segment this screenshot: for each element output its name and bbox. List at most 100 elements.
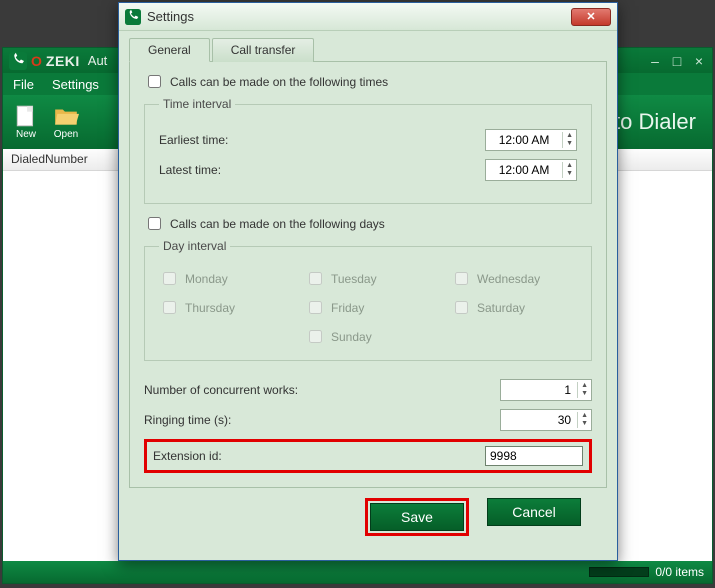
earliest-time-spinner[interactable]: ▲▼ bbox=[562, 132, 576, 148]
times-checkbox[interactable] bbox=[148, 75, 161, 88]
open-folder-icon bbox=[53, 105, 79, 127]
app-logo: OZEKI bbox=[9, 52, 80, 70]
monday-checkbox[interactable] bbox=[163, 272, 176, 285]
day-monday[interactable]: Monday bbox=[159, 269, 285, 288]
chevron-down-icon[interactable]: ▼ bbox=[578, 420, 591, 428]
earliest-time-input[interactable]: ▲▼ bbox=[485, 129, 577, 151]
ringing-spinner[interactable]: ▲▼ bbox=[577, 412, 591, 428]
tab-panel-general: Calls can be made on the following times… bbox=[129, 62, 607, 488]
maximize-button[interactable]: □ bbox=[670, 53, 684, 69]
dialog-titlebar[interactable]: Settings ✕ bbox=[119, 3, 617, 31]
menu-settings[interactable]: Settings bbox=[52, 77, 99, 92]
concurrent-input[interactable]: ▲▼ bbox=[500, 379, 592, 401]
times-checkbox-row[interactable]: Calls can be made on the following times bbox=[144, 72, 592, 91]
extension-id-field[interactable] bbox=[485, 446, 583, 466]
sunday-checkbox[interactable] bbox=[309, 330, 322, 343]
toolbar-open-label: Open bbox=[54, 129, 78, 140]
friday-checkbox[interactable] bbox=[309, 301, 322, 314]
status-bar: 0/0 items bbox=[3, 561, 712, 583]
times-checkbox-label: Calls can be made on the following times bbox=[170, 75, 388, 89]
phone-icon bbox=[9, 52, 27, 70]
sunday-label: Sunday bbox=[331, 330, 372, 344]
tuesday-checkbox[interactable] bbox=[309, 272, 322, 285]
dialog-button-bar: Save Cancel bbox=[129, 488, 607, 550]
days-grid: Monday Tuesday Wednesday Thursday Friday… bbox=[159, 269, 577, 346]
chevron-up-icon[interactable]: ▲ bbox=[578, 412, 591, 420]
day-saturday[interactable]: Saturday bbox=[451, 298, 577, 317]
chevron-down-icon[interactable]: ▼ bbox=[563, 170, 576, 178]
ringing-input[interactable]: ▲▼ bbox=[500, 409, 592, 431]
latest-time-spinner[interactable]: ▲▼ bbox=[562, 162, 576, 178]
earliest-time-field[interactable] bbox=[486, 131, 562, 149]
extension-row-highlight: Extension id: bbox=[144, 439, 592, 473]
days-checkbox-row[interactable]: Calls can be made on the following days bbox=[144, 214, 592, 233]
save-button-label: Save bbox=[401, 509, 433, 525]
minimize-button[interactable]: – bbox=[648, 53, 662, 69]
saturday-checkbox[interactable] bbox=[455, 301, 468, 314]
latest-time-input[interactable]: ▲▼ bbox=[485, 159, 577, 181]
tab-bar: General Call transfer bbox=[129, 37, 607, 62]
wednesday-checkbox[interactable] bbox=[455, 272, 468, 285]
chevron-up-icon[interactable]: ▲ bbox=[563, 132, 576, 140]
extension-row: Extension id: bbox=[153, 446, 583, 466]
earliest-time-label: Earliest time: bbox=[159, 133, 485, 147]
ringing-field[interactable] bbox=[501, 411, 577, 429]
status-text: 0/0 items bbox=[655, 565, 704, 579]
day-friday[interactable]: Friday bbox=[305, 298, 431, 317]
latest-time-field[interactable] bbox=[486, 161, 562, 179]
chevron-down-icon[interactable]: ▼ bbox=[578, 390, 591, 398]
new-file-icon bbox=[13, 105, 39, 127]
dialog-title: Settings bbox=[147, 9, 194, 24]
day-tuesday[interactable]: Tuesday bbox=[305, 269, 431, 288]
day-thursday[interactable]: Thursday bbox=[159, 298, 285, 317]
latest-time-label: Latest time: bbox=[159, 163, 485, 177]
chevron-up-icon[interactable]: ▲ bbox=[578, 382, 591, 390]
tab-general-label: General bbox=[148, 43, 191, 57]
chevron-up-icon[interactable]: ▲ bbox=[563, 162, 576, 170]
save-button[interactable]: Save bbox=[370, 503, 464, 531]
tab-call-transfer-label: Call transfer bbox=[231, 43, 296, 57]
thursday-label: Thursday bbox=[185, 301, 235, 315]
friday-label: Friday bbox=[331, 301, 364, 315]
day-interval-legend: Day interval bbox=[159, 239, 230, 253]
dialog-close-button[interactable]: ✕ bbox=[571, 8, 611, 26]
close-button[interactable]: × bbox=[692, 53, 706, 69]
settings-dialog: Settings ✕ General Call transfer Calls c… bbox=[118, 2, 618, 561]
tuesday-label: Tuesday bbox=[331, 272, 377, 286]
menu-file[interactable]: File bbox=[13, 77, 34, 92]
cancel-button-label: Cancel bbox=[512, 504, 556, 520]
toolbar-new-label: New bbox=[16, 129, 36, 140]
concurrent-field[interactable] bbox=[501, 381, 577, 399]
days-checkbox-label: Calls can be made on the following days bbox=[170, 217, 385, 231]
day-interval-group: Day interval Monday Tuesday Wednesday Th… bbox=[144, 239, 592, 361]
time-interval-legend: Time interval bbox=[159, 97, 235, 111]
tab-general[interactable]: General bbox=[129, 38, 210, 62]
extension-label: Extension id: bbox=[153, 449, 485, 463]
saturday-label: Saturday bbox=[477, 301, 525, 315]
close-icon: ✕ bbox=[586, 10, 595, 23]
concurrent-spinner[interactable]: ▲▼ bbox=[577, 382, 591, 398]
thursday-checkbox[interactable] bbox=[163, 301, 176, 314]
toolbar-open[interactable]: Open bbox=[49, 103, 83, 142]
day-wednesday[interactable]: Wednesday bbox=[451, 269, 577, 288]
ringing-row: Ringing time (s): ▲▼ bbox=[144, 409, 592, 431]
dialog-icon bbox=[125, 9, 141, 25]
toolbar-new[interactable]: New bbox=[9, 103, 43, 142]
brand-first-letter: O bbox=[31, 53, 42, 69]
day-sunday[interactable]: Sunday bbox=[305, 327, 431, 346]
latest-time-row: Latest time: ▲▼ bbox=[159, 159, 577, 181]
monday-label: Monday bbox=[185, 272, 228, 286]
window-controls: – □ × bbox=[648, 53, 706, 69]
app-title-suffix: Aut bbox=[88, 53, 108, 68]
cancel-button[interactable]: Cancel bbox=[487, 498, 581, 526]
time-interval-group: Time interval Earliest time: ▲▼ Latest t… bbox=[144, 97, 592, 204]
chevron-down-icon[interactable]: ▼ bbox=[563, 140, 576, 148]
status-progress bbox=[589, 567, 649, 577]
brand-rest: ZEKI bbox=[46, 53, 80, 69]
dialog-body: General Call transfer Calls can be made … bbox=[119, 31, 617, 560]
days-checkbox[interactable] bbox=[148, 217, 161, 230]
ringing-label: Ringing time (s): bbox=[144, 413, 500, 427]
concurrent-row: Number of concurrent works: ▲▼ bbox=[144, 379, 592, 401]
column-header-label: DialedNumber bbox=[11, 152, 88, 166]
tab-call-transfer[interactable]: Call transfer bbox=[212, 38, 315, 62]
